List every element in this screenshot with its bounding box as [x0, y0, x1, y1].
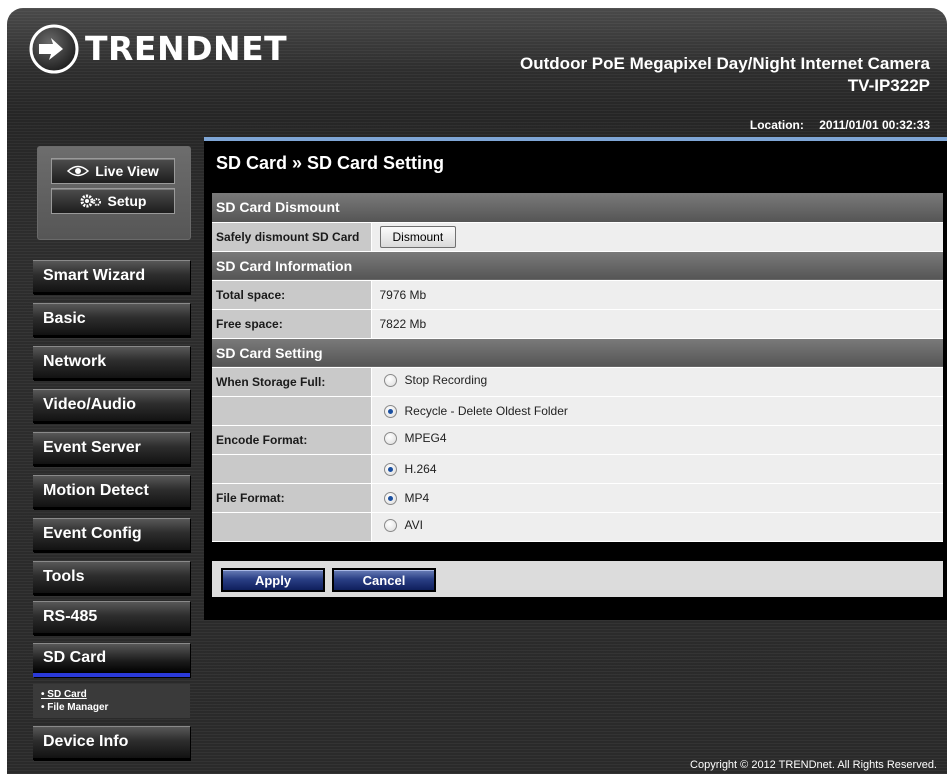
nav-video-audio[interactable]: Video/Audio	[33, 389, 190, 423]
encode-format-label: Encode Format:	[212, 425, 372, 455]
dismount-cell: Dismount	[371, 222, 943, 252]
empty-label	[212, 512, 372, 542]
radio-button[interactable]	[383, 431, 397, 445]
nav-smart-wizard[interactable]: Smart Wizard	[33, 260, 190, 294]
radio-h264[interactable]: H.264	[383, 462, 437, 477]
radio-mp4[interactable]: MP4	[383, 491, 430, 506]
section-title: SD Card Information	[212, 251, 943, 281]
product-model: TV-IP322P	[847, 76, 930, 95]
radio-label: Recycle - Delete Oldest Folder	[404, 404, 568, 419]
nav-rs485[interactable]: RS-485	[33, 601, 190, 635]
form-row: H.264	[212, 454, 943, 484]
radio-button-selected[interactable]	[383, 491, 397, 505]
storage-full-label: When Storage Full:	[212, 367, 372, 397]
section-header-setting: SD Card Setting	[212, 338, 943, 368]
copyright-text: Copyright © 2012 TRENDnet. All Rights Re…	[690, 759, 937, 771]
form-row: AVI	[212, 512, 943, 542]
nav-device-info[interactable]: Device Info	[33, 726, 190, 760]
form-row: File Format: MP4	[212, 483, 943, 513]
radio-button[interactable]	[383, 373, 397, 387]
nav-event-server[interactable]: Event Server	[33, 432, 190, 466]
radio-label: Stop Recording	[404, 373, 488, 388]
sd-card-settings-form: SD Card Dismount Safely dismount SD Card…	[212, 193, 943, 542]
form-row: Recycle - Delete Oldest Folder	[212, 396, 943, 426]
radio-cell: H.264	[371, 454, 943, 484]
subnav-file-manager[interactable]: • File Manager	[41, 701, 190, 714]
live-view-label: Live View	[95, 163, 159, 179]
form-row: Free space: 7822 Mb	[212, 309, 943, 339]
setup-label: Setup	[107, 193, 147, 209]
radio-label: AVI	[404, 518, 423, 533]
content-panel: SD Card » SD Card Setting SD Card Dismou…	[204, 137, 947, 620]
cancel-button[interactable]: Cancel	[332, 568, 436, 592]
sd-card-subnav: • SD Card • File Manager	[33, 684, 190, 718]
nav-sd-card[interactable]: SD Card	[33, 643, 190, 677]
apply-button[interactable]: Apply	[221, 568, 325, 592]
nav-event-config[interactable]: Event Config	[33, 518, 190, 552]
free-space-value: 7822 Mb	[371, 309, 943, 339]
form-row: Encode Format: MPEG4	[212, 425, 943, 455]
radio-mpeg4[interactable]: MPEG4	[383, 431, 447, 446]
nav-motion-detect[interactable]: Motion Detect	[33, 475, 190, 509]
section-header-information: SD Card Information	[212, 251, 943, 281]
section-title: SD Card Dismount	[212, 193, 943, 223]
app-frame: TRENDNET Outdoor PoE Megapixel Day/Night…	[7, 8, 947, 774]
subnav-sd-card[interactable]: • SD Card	[41, 688, 190, 701]
live-view-button[interactable]: Live View	[51, 158, 175, 184]
page-title: SD Card » SD Card Setting	[216, 153, 445, 173]
form-row: When Storage Full: Stop Recording	[212, 367, 943, 397]
total-space-value: 7976 Mb	[371, 280, 943, 310]
radio-label: MPEG4	[404, 431, 447, 446]
brand-wordmark: TRENDNET	[85, 29, 288, 68]
empty-label	[212, 454, 372, 484]
radio-cell: Recycle - Delete Oldest Folder	[371, 396, 943, 426]
radio-button[interactable]	[383, 518, 397, 532]
form-row: Total space: 7976 Mb	[212, 280, 943, 310]
setup-button[interactable]: Setup	[51, 188, 175, 214]
radio-cell: MP4	[371, 483, 943, 513]
radio-label: H.264	[404, 462, 437, 477]
free-space-label: Free space:	[212, 309, 372, 339]
location-bar: Location: 2011/01/01 00:32:33	[750, 118, 930, 132]
file-format-label: File Format:	[212, 483, 372, 513]
location-value: 2011/01/01 00:32:33	[819, 118, 930, 132]
radio-avi[interactable]: AVI	[383, 518, 423, 533]
nav-tools[interactable]: Tools	[33, 561, 190, 595]
gear-icon	[80, 194, 101, 208]
trendnet-logo: TRENDNET	[29, 24, 287, 74]
view-mode-panel: Live View Setup	[37, 146, 191, 240]
total-space-label: Total space:	[212, 280, 372, 310]
section-header-dismount: SD Card Dismount	[212, 193, 943, 223]
radio-button-selected[interactable]	[383, 404, 397, 418]
radio-cell: Stop Recording	[371, 367, 943, 397]
action-bar: Apply Cancel	[212, 561, 943, 597]
radio-stop-recording[interactable]: Stop Recording	[383, 373, 488, 388]
form-row: Safely dismount SD Card Dismount	[212, 222, 943, 252]
radio-cell: MPEG4	[371, 425, 943, 455]
radio-cell: AVI	[371, 512, 943, 542]
radio-recycle-delete-oldest[interactable]: Recycle - Delete Oldest Folder	[383, 404, 568, 419]
location-label: Location:	[749, 118, 804, 132]
section-title: SD Card Setting	[212, 338, 943, 368]
nav-network[interactable]: Network	[33, 346, 190, 380]
dismount-label: Safely dismount SD Card	[212, 222, 372, 252]
eye-icon	[67, 165, 90, 177]
product-title: Outdoor PoE Megapixel Day/Night Internet…	[520, 54, 930, 73]
radio-label: MP4	[404, 491, 430, 506]
trendnet-logo-icon	[29, 24, 79, 74]
empty-label	[212, 396, 372, 426]
nav-basic[interactable]: Basic	[33, 303, 190, 337]
dismount-button[interactable]: Dismount	[379, 225, 457, 248]
radio-button-selected[interactable]	[383, 462, 397, 476]
